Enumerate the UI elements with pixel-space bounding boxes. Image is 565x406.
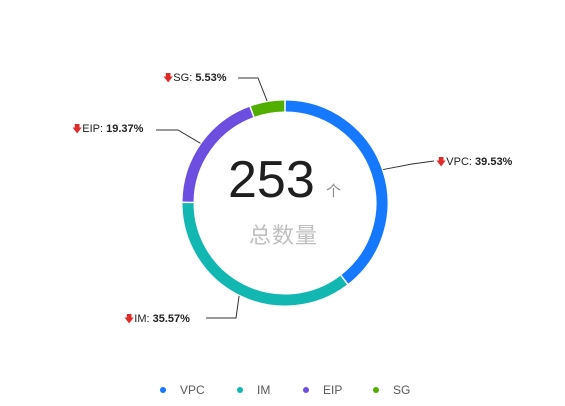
total-label: 总数量 xyxy=(249,223,319,248)
leader-line-eip xyxy=(156,129,201,144)
callout-im: 🡇IM: 35.57% xyxy=(124,313,190,325)
legend-item-sg[interactable]: SG xyxy=(373,383,410,397)
legend-dot-icon xyxy=(303,387,309,393)
legend-dot-icon xyxy=(237,387,243,393)
callout-sg: 🡇SG: 5.53% xyxy=(163,72,227,84)
chart-container: 253 个 总数量 🡇VPC: 39.53% 🡇IM: 35.57% 🡇EIP:… xyxy=(0,0,565,406)
arrow-down-icon: 🡇 xyxy=(72,124,83,135)
donut-slice-sg[interactable] xyxy=(250,100,285,117)
legend-item-eip[interactable]: EIP xyxy=(303,383,342,397)
leader-line-vpc xyxy=(382,160,435,171)
legend-label: EIP xyxy=(323,383,343,397)
callout-percent: 39.53% xyxy=(475,156,513,168)
leader-line-sg xyxy=(238,77,268,102)
total-count: 253 xyxy=(228,151,315,209)
callout-name: IM xyxy=(134,313,147,325)
legend-label: SG xyxy=(393,383,411,397)
legend: VPC IM EIP SG xyxy=(0,383,565,399)
legend-dot-icon xyxy=(160,387,166,393)
callout-percent: 35.57% xyxy=(152,313,190,325)
legend-label: IM xyxy=(257,383,271,397)
callout-name: SG xyxy=(173,72,190,84)
callout-percent: 19.37% xyxy=(106,123,144,135)
legend-dot-icon xyxy=(373,387,379,393)
callout-percent: 5.53% xyxy=(195,72,227,84)
total-unit: 个 xyxy=(326,183,342,200)
arrow-down-icon: 🡇 xyxy=(124,314,135,325)
arrow-down-icon: 🡇 xyxy=(436,157,447,168)
callout-vpc: 🡇VPC: 39.53% xyxy=(436,156,513,168)
leader-line-im xyxy=(206,295,240,319)
arrow-down-icon: 🡇 xyxy=(163,73,174,84)
callout-name: EIP xyxy=(82,123,101,135)
callout-name: VPC xyxy=(446,156,469,168)
callout-eip: 🡇EIP: 19.37% xyxy=(72,123,144,135)
legend-item-vpc[interactable]: VPC xyxy=(160,383,205,397)
legend-label: VPC xyxy=(180,383,205,397)
legend-item-im[interactable]: IM xyxy=(237,383,270,397)
